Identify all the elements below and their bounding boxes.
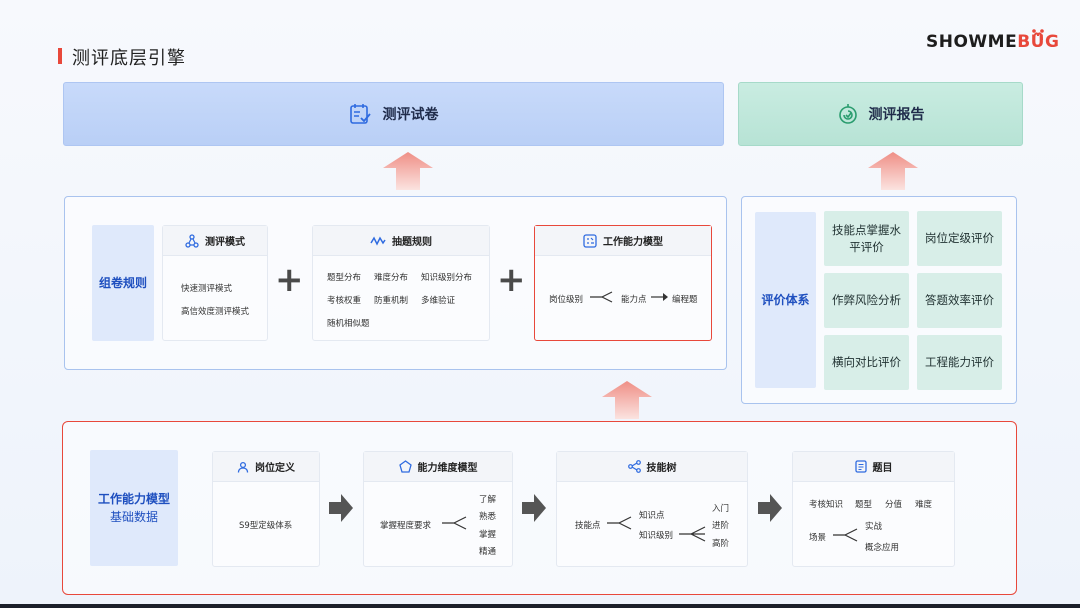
post-item: S9型定级体系 — [239, 521, 293, 531]
rule-item: 知识级别分布 — [421, 273, 473, 283]
skill-root: 技能点 — [575, 521, 601, 531]
skill-leaf: 进阶 — [712, 521, 730, 531]
base-data-label: 工作能力模型 基础数据 — [90, 450, 178, 566]
post-definition-card: 岗位定义 S9型定级体系 — [212, 451, 320, 567]
arrow-right-icon — [651, 293, 668, 301]
branch-connector — [442, 516, 467, 530]
bottom-edge — [0, 604, 1080, 608]
evaluation-item: 作弊风险分析 — [824, 273, 909, 328]
mode-item: 快速测评模式 — [181, 284, 233, 294]
branch-connector — [679, 526, 706, 542]
question-root: 场景 — [809, 533, 827, 543]
skill-tree-card: 技能树 技能点 知识点 知识级别 入门 进阶 高阶 — [556, 451, 748, 567]
paper-icon — [349, 104, 371, 124]
dimension-leaf: 掌握 — [479, 530, 497, 540]
model-icon — [583, 233, 597, 248]
evaluation-item: 技能点掌握水平评价 — [824, 211, 909, 266]
mode-item: 高信效度测评模式 — [181, 307, 250, 317]
brand-main: SHOWME — [926, 32, 1018, 52]
skill-leaf: 高阶 — [712, 539, 730, 549]
post-definition-header: 岗位定义 — [213, 452, 319, 482]
test-paper-box: 测评试卷 — [63, 82, 724, 146]
dimension-root: 掌握程度要求 — [380, 521, 432, 531]
question-attr: 难度 — [915, 500, 933, 510]
rule-item: 随机相似题 — [327, 319, 370, 329]
base-label-line2: 基础数据 — [109, 510, 158, 524]
base-label-line1: 工作能力模型 — [97, 492, 170, 506]
arrow-right-icon — [522, 494, 546, 522]
rule-item: 考核权重 — [327, 296, 362, 306]
test-report-label: 测评报告 — [868, 107, 925, 123]
title-accent-bar — [58, 48, 62, 64]
test-report-box: 测评报告 — [738, 82, 1023, 146]
evaluation-item: 答题效率评价 — [917, 273, 1002, 328]
evaluation-item: 横向对比评价 — [824, 335, 909, 390]
dimension-model-header: 能力维度模型 — [364, 452, 512, 482]
question-header: 题目 — [793, 452, 954, 482]
up-arrow-icon — [383, 152, 433, 190]
question-title: 题目 — [872, 463, 893, 474]
evaluation-item: 岗位定级评价 — [917, 211, 1002, 266]
skill-mid: 知识点 — [639, 511, 665, 521]
post-definition-title: 岗位定义 — [255, 463, 295, 474]
bug-antenna-icon — [1032, 29, 1044, 41]
model-level: 岗位级别 — [549, 295, 584, 305]
branch-connector — [833, 528, 858, 542]
dimension-model-title: 能力维度模型 — [417, 463, 478, 474]
arrow-right-icon — [329, 494, 353, 522]
dimension-leaf: 熟悉 — [479, 512, 497, 522]
up-arrow-icon — [868, 152, 918, 190]
dimension-leaf: 精通 — [479, 547, 497, 557]
evaluation-label: 评价体系 — [755, 212, 816, 388]
branch-connector — [607, 516, 632, 530]
page-title: 测评底层引擎 — [72, 48, 186, 69]
up-arrow-icon — [602, 381, 652, 419]
document-icon — [854, 460, 867, 473]
test-mode-header: 测评模式 — [163, 226, 267, 256]
dimension-leaf: 了解 — [479, 495, 497, 505]
evaluation-item: 工程能力评价 — [917, 335, 1002, 390]
dimension-model-card: 能力维度模型 掌握程度要求 了解 熟悉 掌握 精通 — [363, 451, 513, 567]
question-leaf: 概念应用 — [865, 543, 900, 553]
question-attr: 题型 — [855, 500, 873, 510]
model-point: 能力点 — [621, 295, 647, 305]
work-model-card: 工作能力模型 岗位级别 能力点 编程题 — [534, 225, 712, 341]
draw-rules-title: 抽题规则 — [392, 237, 432, 248]
skill-tree-header: 技能树 — [557, 452, 747, 482]
skill-mid: 知识级别 — [639, 531, 674, 541]
wave-icon — [370, 235, 386, 246]
question-leaf: 实战 — [865, 522, 883, 532]
compose-rules-label: 组卷规则 — [92, 225, 154, 341]
rule-item: 防重机制 — [374, 296, 409, 306]
skill-leaf: 入门 — [712, 504, 730, 514]
rule-item: 难度分布 — [374, 273, 409, 283]
person-icon — [237, 461, 249, 473]
rule-item: 题型分布 — [327, 273, 362, 283]
network-icon — [185, 233, 199, 248]
test-mode-title: 测评模式 — [205, 237, 245, 248]
arrow-right-icon — [758, 494, 782, 522]
question-attr: 分值 — [885, 500, 903, 510]
draw-rules-header: 抽题规则 — [313, 226, 489, 256]
branch-connector — [590, 291, 613, 303]
plus-sign: + — [275, 260, 304, 300]
report-icon — [838, 104, 857, 124]
skill-tree-title: 技能树 — [646, 463, 677, 474]
pentagon-icon — [398, 460, 412, 473]
work-model-title: 工作能力模型 — [603, 237, 663, 248]
test-paper-label: 测评试卷 — [382, 107, 439, 123]
work-model-header: 工作能力模型 — [535, 226, 711, 256]
tree-icon — [627, 460, 641, 473]
plus-sign: + — [497, 260, 526, 300]
draw-rules-card: 抽题规则 题型分布 难度分布 知识级别分布 考核权重 防重机制 多维验证 随机相… — [312, 225, 490, 341]
question-card: 题目 考核知识 题型 分值 难度 场景 实战 概念应用 — [792, 451, 955, 567]
question-attr: 考核知识 — [809, 500, 844, 510]
rule-item: 多维验证 — [421, 296, 456, 306]
model-question: 编程题 — [672, 295, 698, 305]
test-mode-card: 测评模式 快速测评模式 高信效度测评模式 — [162, 225, 268, 341]
